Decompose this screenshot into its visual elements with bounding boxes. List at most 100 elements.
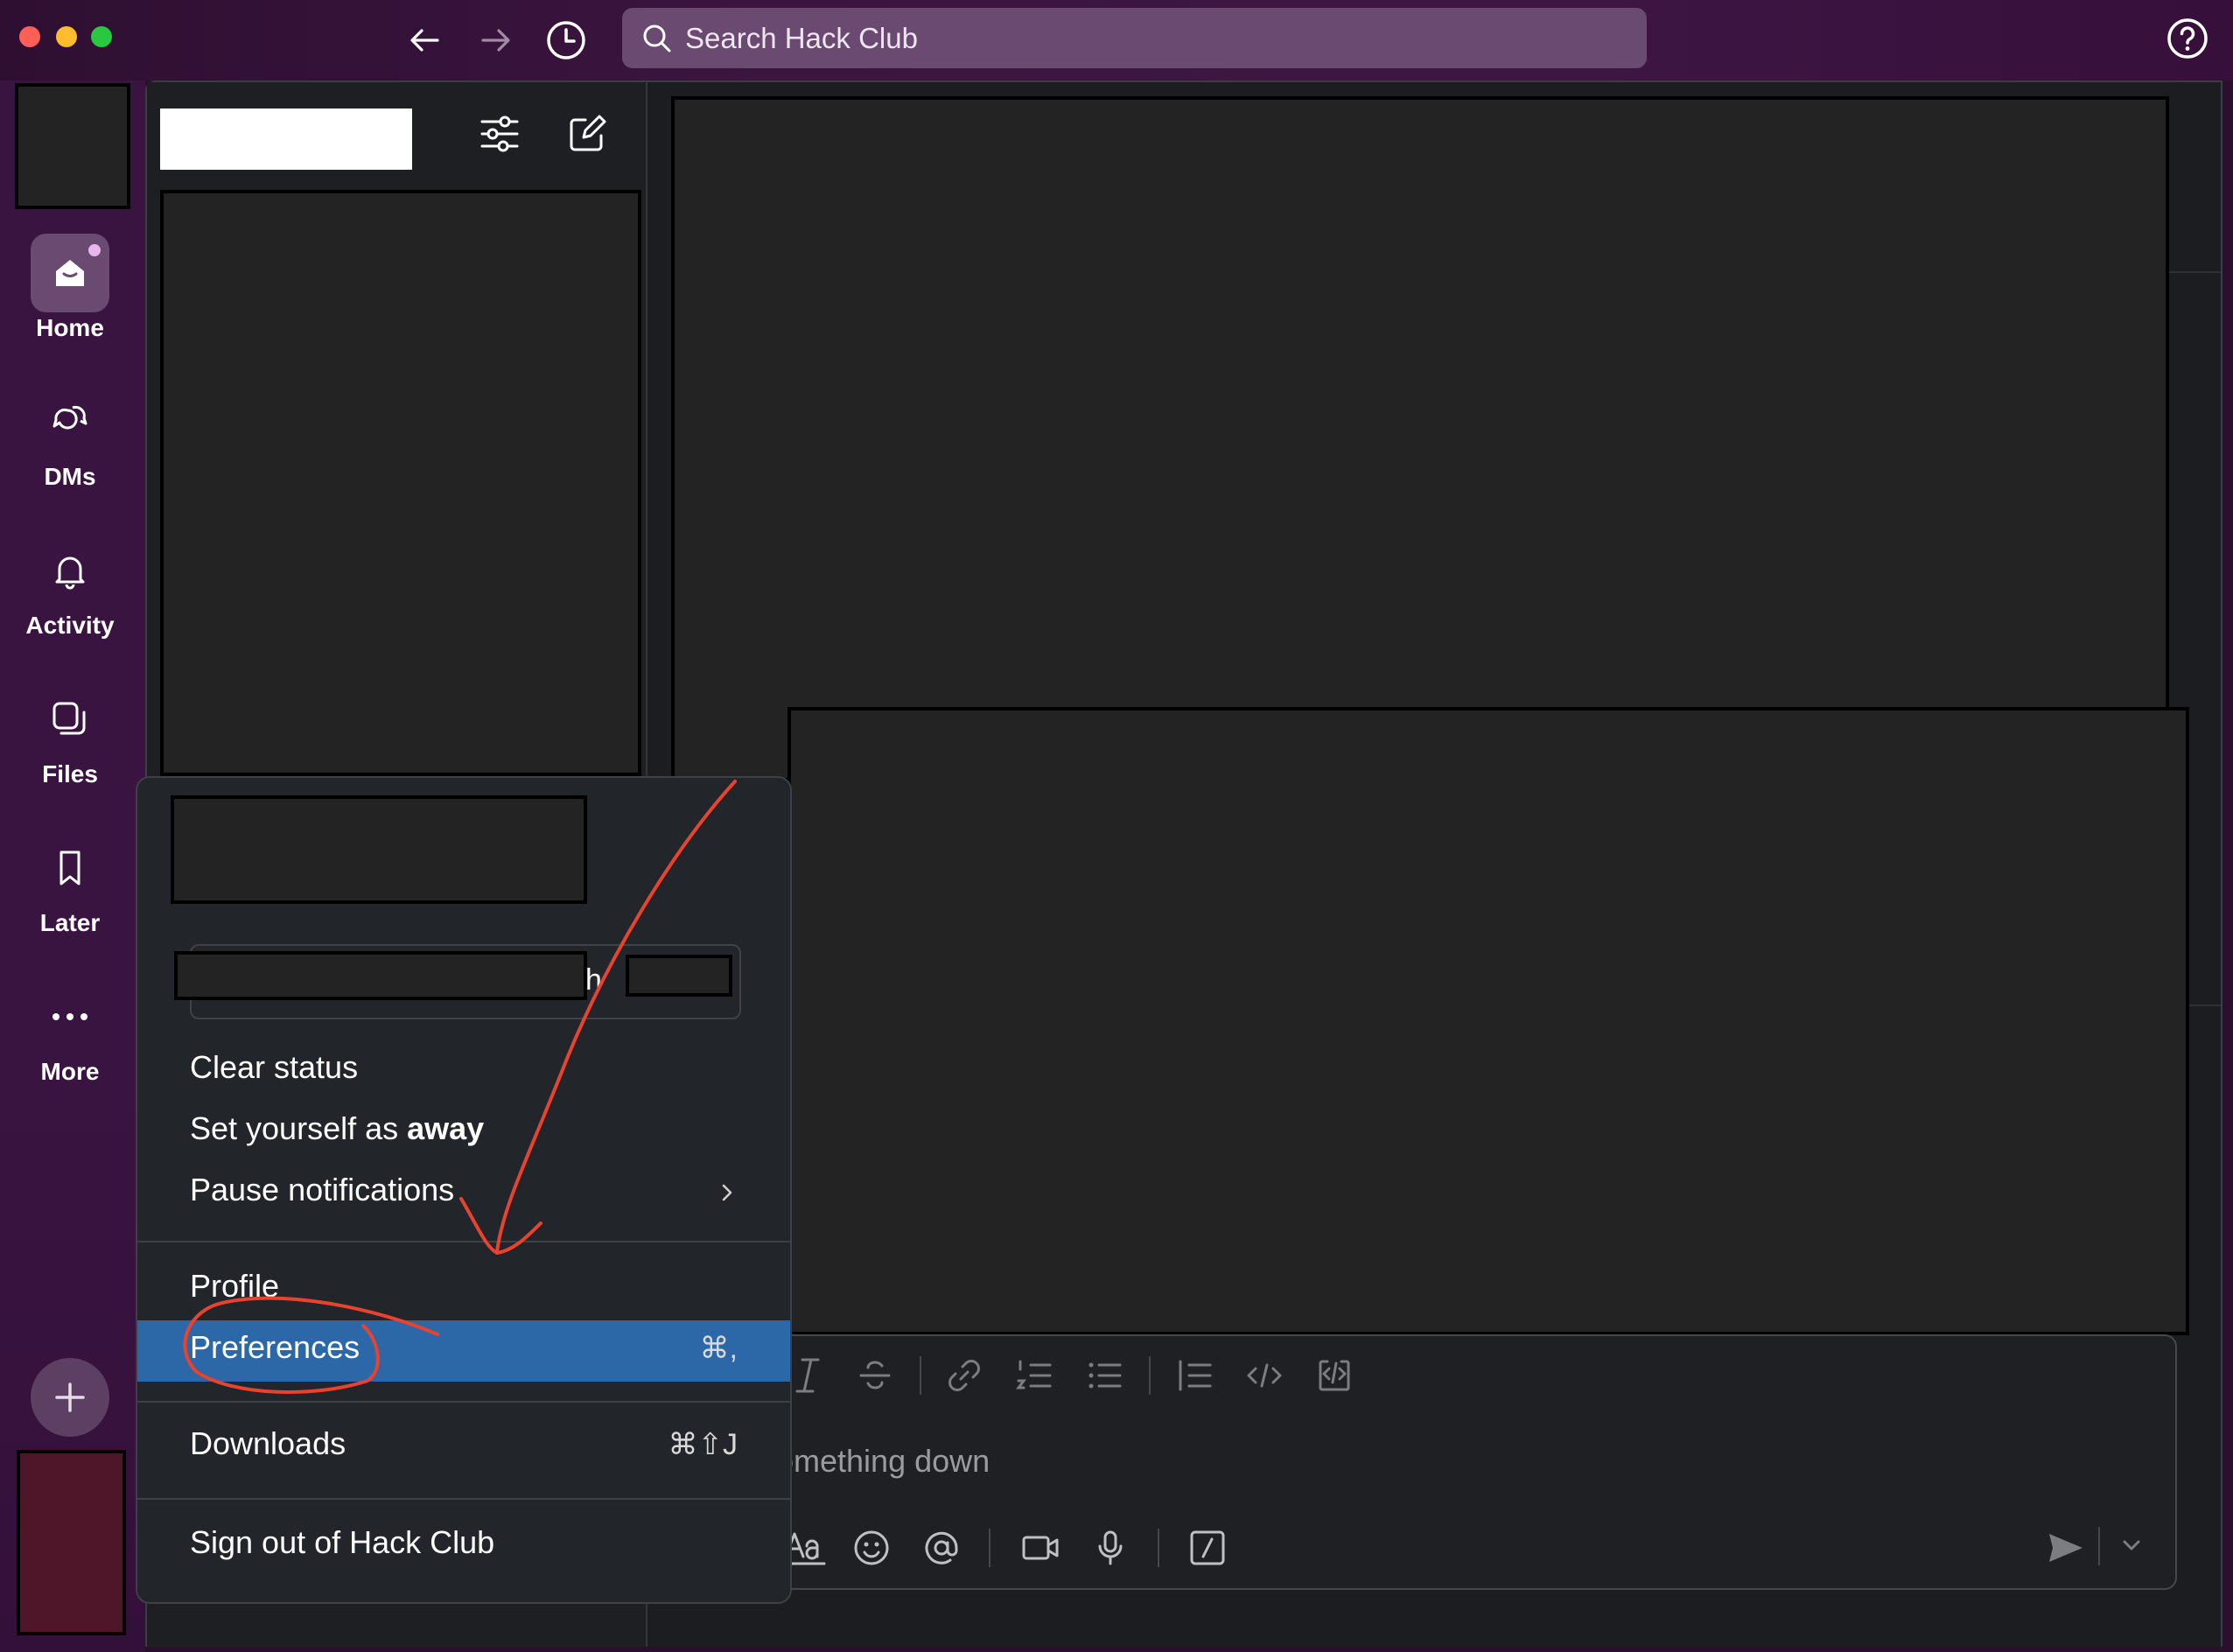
menu-divider bbox=[137, 1241, 790, 1242]
blockquote-icon bbox=[1179, 1360, 1212, 1391]
slash-command-icon bbox=[1190, 1530, 1225, 1565]
set-away-label: Set yourself as bbox=[190, 1110, 408, 1146]
add-workspace-button[interactable] bbox=[31, 1358, 109, 1437]
italic-icon bbox=[795, 1358, 820, 1393]
more-icon bbox=[31, 977, 109, 1056]
clear-status-item[interactable]: Clear status bbox=[190, 1049, 358, 1086]
ordered-list-icon bbox=[1016, 1360, 1052, 1390]
workspace-name-redacted[interactable] bbox=[160, 108, 412, 170]
chevron-right-icon bbox=[717, 1180, 738, 1205]
rail-label-home: Home bbox=[36, 314, 104, 341]
profile-item[interactable]: Profile bbox=[190, 1268, 279, 1305]
code-block-icon bbox=[1319, 1360, 1350, 1391]
status-text-redacted bbox=[174, 951, 587, 1000]
downloads-shortcut: ⌘⇧J bbox=[668, 1428, 738, 1461]
strikethrough-icon bbox=[859, 1361, 891, 1390]
rail-item-dms[interactable]: DMs bbox=[0, 382, 140, 491]
bookmark-icon bbox=[31, 829, 109, 907]
send-button[interactable] bbox=[2046, 1529, 2086, 1567]
toolbar-separator bbox=[1158, 1529, 1159, 1567]
rail-item-files[interactable]: Files bbox=[0, 680, 140, 788]
dms-icon bbox=[31, 382, 109, 461]
message-list-redacted bbox=[788, 707, 2189, 1335]
preferences-label: Preferences bbox=[190, 1329, 360, 1365]
compose-button[interactable] bbox=[564, 111, 610, 157]
toolbar-separator bbox=[2098, 1527, 2100, 1565]
window-zoom-button[interactable] bbox=[91, 26, 112, 47]
video-icon bbox=[1022, 1536, 1059, 1560]
rail-label-later: Later bbox=[39, 909, 101, 936]
arrow-left-icon bbox=[410, 29, 439, 52]
home-icon bbox=[31, 234, 109, 312]
chevron-down-icon bbox=[2123, 1540, 2140, 1550]
search-placeholder: Search Hack Club bbox=[685, 21, 918, 54]
back-button[interactable] bbox=[399, 14, 452, 66]
ordered-list-button[interactable] bbox=[1015, 1356, 1054, 1395]
rail-item-later[interactable]: Later bbox=[0, 829, 140, 937]
workspace-icon-redacted[interactable] bbox=[15, 83, 130, 209]
code-block-button[interactable] bbox=[1315, 1356, 1354, 1395]
code-button[interactable] bbox=[1245, 1356, 1284, 1395]
rail-item-more[interactable]: More bbox=[0, 977, 140, 1086]
filter-icon bbox=[480, 116, 519, 152]
status-expiry-redacted bbox=[626, 955, 732, 997]
rail-item-activity[interactable]: Activity bbox=[0, 531, 140, 640]
rail-item-home[interactable]: Home bbox=[0, 234, 140, 342]
send-icon bbox=[2049, 1534, 2082, 1562]
rail-label-more: More bbox=[40, 1058, 100, 1085]
files-icon bbox=[31, 680, 109, 759]
bulleted-list-button[interactable] bbox=[1085, 1356, 1124, 1395]
history-button[interactable] bbox=[540, 14, 592, 66]
bulleted-list-icon bbox=[1088, 1362, 1122, 1389]
toolbar-separator bbox=[1149, 1356, 1151, 1395]
set-away-bold: away bbox=[407, 1110, 485, 1146]
italic-button[interactable] bbox=[792, 1354, 823, 1396]
send-options-button[interactable] bbox=[2120, 1534, 2143, 1557]
strikethrough-button[interactable] bbox=[856, 1356, 894, 1395]
compose-icon bbox=[570, 115, 606, 151]
help-icon bbox=[2167, 18, 2208, 59]
sign-out-item[interactable]: Sign out of Hack Club bbox=[190, 1524, 494, 1561]
window-minimize-button[interactable] bbox=[56, 26, 77, 47]
blockquote-button[interactable] bbox=[1175, 1356, 1214, 1395]
slash-command-button[interactable] bbox=[1188, 1529, 1227, 1567]
link-button[interactable] bbox=[945, 1356, 984, 1395]
user-menu: h Clear status Set yourself as away Paus… bbox=[136, 776, 792, 1604]
menu-divider bbox=[137, 1401, 790, 1403]
composer-placeholder: omething down bbox=[776, 1443, 990, 1479]
rail-label-files: Files bbox=[42, 760, 98, 788]
video-button[interactable] bbox=[1021, 1529, 1060, 1567]
user-profile-redacted bbox=[171, 795, 587, 904]
downloads-item[interactable]: Downloads bbox=[190, 1425, 346, 1462]
microphone-button[interactable] bbox=[1091, 1529, 1130, 1567]
mention-button[interactable] bbox=[922, 1529, 961, 1567]
channel-list-redacted bbox=[160, 190, 641, 776]
status-partial-text: h bbox=[585, 963, 602, 997]
microphone-icon bbox=[1098, 1530, 1123, 1565]
arrow-right-icon bbox=[481, 29, 510, 52]
toolbar-separator bbox=[920, 1356, 921, 1395]
menu-divider bbox=[137, 1498, 790, 1500]
rail-label-dms: DMs bbox=[44, 463, 96, 490]
help-button[interactable] bbox=[2161, 12, 2214, 65]
plus-icon bbox=[55, 1382, 85, 1412]
search-icon bbox=[643, 24, 671, 52]
user-avatar-redacted[interactable] bbox=[17, 1450, 126, 1635]
emoji-button[interactable] bbox=[852, 1529, 891, 1567]
set-away-item[interactable]: Set yourself as away bbox=[190, 1110, 484, 1147]
toolbar-separator bbox=[989, 1529, 990, 1567]
pause-notifications-item[interactable]: Pause notifications bbox=[190, 1172, 454, 1208]
window-close-button[interactable] bbox=[19, 26, 40, 47]
filter-button[interactable] bbox=[477, 111, 522, 157]
mention-icon bbox=[925, 1531, 958, 1564]
link-icon bbox=[948, 1360, 980, 1391]
bell-icon bbox=[31, 531, 109, 610]
channel-header-redacted bbox=[671, 96, 2169, 781]
preferences-shortcut: ⌘, bbox=[699, 1332, 738, 1365]
forward-button[interactable] bbox=[469, 14, 522, 66]
preferences-item[interactable]: Preferences ⌘, bbox=[137, 1320, 790, 1382]
rail-label-activity: Activity bbox=[25, 612, 115, 639]
clock-icon bbox=[547, 21, 585, 60]
code-icon bbox=[1247, 1363, 1282, 1388]
search-bar[interactable]: Search Hack Club bbox=[622, 8, 1647, 68]
